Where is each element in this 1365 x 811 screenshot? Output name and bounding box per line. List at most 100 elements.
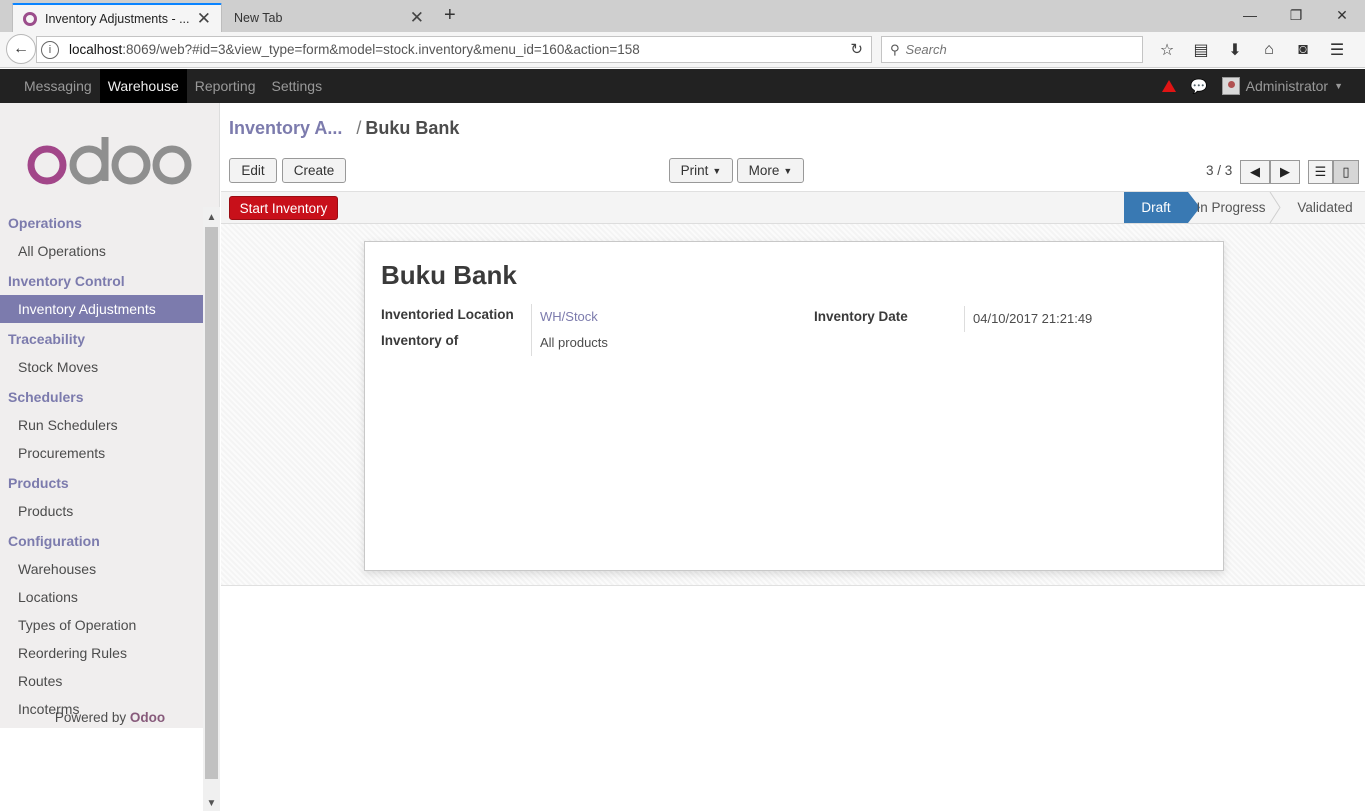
sidebar-item-locations[interactable]: Locations xyxy=(0,583,203,611)
pager-previous-icon[interactable]: ◀ xyxy=(1240,160,1270,184)
menu-warehouse[interactable]: Warehouse xyxy=(99,69,187,103)
sidebar-item-types-of-operation[interactable]: Types of Operation xyxy=(0,611,203,639)
pager-next-icon[interactable]: ▶ xyxy=(1270,160,1300,184)
sidebar-item-reordering-rules[interactable]: Reordering Rules xyxy=(0,639,203,667)
address-bar[interactable]: i localhost:8069/web?#id=3&view_type=for… xyxy=(36,36,872,63)
browser-nav-bar: ← i localhost:8069/web?#id=3&view_type=f… xyxy=(0,32,1365,68)
url-text: localhost:8069/web?#id=3&view_type=form&… xyxy=(69,42,640,57)
sidebar-item-stock-moves[interactable]: Stock Moves xyxy=(0,353,203,381)
breadcrumb: Inventory A... / Buku Bank xyxy=(229,118,459,139)
powered-by: Powered by Odoo xyxy=(54,710,166,725)
record-title: Buku Bank xyxy=(381,260,517,290)
minimize-icon[interactable]: — xyxy=(1227,0,1273,30)
info-icon[interactable]: i xyxy=(41,40,59,59)
reading-list-icon[interactable]: ▤ xyxy=(1184,38,1218,62)
scrollbar-thumb[interactable] xyxy=(205,227,218,779)
create-button[interactable]: Create xyxy=(282,158,346,183)
odoo-favicon-icon xyxy=(23,11,37,26)
sidebar-section-configuration: Configuration xyxy=(8,533,100,549)
caret-down-icon: ▼ xyxy=(712,165,722,176)
warning-icon[interactable] xyxy=(1162,80,1177,92)
sidebar-item-inventory-adjustments[interactable]: Inventory Adjustments xyxy=(0,295,203,323)
pocket-icon[interactable]: ◙ xyxy=(1286,38,1320,62)
odoo-logo xyxy=(27,137,192,185)
user-area: 💬 Administrator ▼ xyxy=(1162,69,1343,103)
app-menu: Messaging Warehouse Reporting Settings xyxy=(16,69,330,103)
sidebar-section-schedulers: Schedulers xyxy=(8,389,84,405)
close-tab-icon[interactable]: ✕ xyxy=(410,8,424,28)
more-label: More xyxy=(748,163,780,178)
browser-tab-active[interactable]: Inventory Adjustments - ... ✕ xyxy=(12,3,222,32)
browser-search-input[interactable] xyxy=(905,42,1126,57)
close-window-icon[interactable]: ✕ xyxy=(1319,0,1365,30)
inventory-date-label: Inventory Date xyxy=(814,309,908,324)
sidebar-menu: Operations All Operations Inventory Cont… xyxy=(0,207,203,723)
browser-tab-new[interactable]: New Tab ✕ xyxy=(224,3,434,32)
scroll-up-icon[interactable]: ▲ xyxy=(203,209,220,225)
scroll-down-icon[interactable]: ▼ xyxy=(203,795,220,811)
sidebar-item-routes[interactable]: Routes xyxy=(0,667,203,695)
pager-value[interactable]: 3 / 3 xyxy=(1206,163,1232,178)
sidebar-item-procurements[interactable]: Procurements xyxy=(0,439,203,467)
sidebar-item-run-schedulers[interactable]: Run Schedulers xyxy=(0,411,203,439)
sidebar: Operations All Operations Inventory Cont… xyxy=(0,103,220,811)
powered-by-odoo-link[interactable]: Odoo xyxy=(130,710,165,725)
browser-toolbar-icons: ☆ ▤ ⬇ ⌂ ◙ ☰ xyxy=(1150,38,1354,62)
search-icon: ⚲ xyxy=(890,41,900,57)
back-arrow-icon[interactable]: ← xyxy=(6,34,36,64)
inventory-of-value: All products xyxy=(540,335,608,350)
browser-search-box[interactable]: ⚲ xyxy=(881,36,1143,63)
sidebar-section-operations: Operations xyxy=(8,215,82,231)
close-tab-icon[interactable]: ✕ xyxy=(197,9,211,29)
menu-settings[interactable]: Settings xyxy=(263,69,330,103)
form-sheet: Buku Bank Inventoried Location WH/Stock … xyxy=(364,241,1224,571)
edit-button[interactable]: Edit xyxy=(229,158,277,183)
inventoried-location-label: Inventoried Location xyxy=(381,307,514,322)
list-view-icon[interactable]: ☰ xyxy=(1308,160,1333,184)
sidebar-section-traceability: Traceability xyxy=(8,331,86,347)
status-bar: Start Inventory Draft In Progress Valida… xyxy=(221,192,1365,224)
form-sheet-background: Buku Bank Inventoried Location WH/Stock … xyxy=(221,224,1365,586)
field-divider xyxy=(964,306,965,332)
sidebar-section-inventory-control: Inventory Control xyxy=(8,273,125,289)
home-icon[interactable]: ⌂ xyxy=(1252,38,1286,62)
browser-tab-bar: Inventory Adjustments - ... ✕ New Tab ✕ … xyxy=(0,0,1365,32)
inventoried-location-link[interactable]: WH/Stock xyxy=(540,309,598,324)
menu-messaging[interactable]: Messaging xyxy=(16,69,100,103)
start-inventory-button[interactable]: Start Inventory xyxy=(229,196,338,220)
chevron-down-icon[interactable]: ▼ xyxy=(1334,81,1343,91)
tab-title: Inventory Adjustments - ... xyxy=(45,11,190,26)
sidebar-section-products: Products xyxy=(8,475,69,491)
form-view-icon[interactable]: ▯ xyxy=(1333,160,1359,184)
sidebar-item-all-operations[interactable]: All Operations xyxy=(0,237,203,265)
bookmark-star-icon[interactable]: ☆ xyxy=(1150,38,1184,62)
user-menu[interactable]: Administrator xyxy=(1246,78,1328,94)
inventory-date-value: 04/10/2017 21:21:49 xyxy=(973,311,1093,326)
menu-reporting[interactable]: Reporting xyxy=(187,69,264,103)
print-label: Print xyxy=(680,163,709,178)
print-dropdown[interactable]: Print ▼ xyxy=(669,158,733,183)
odoo-top-bar: Messaging Warehouse Reporting Settings 💬… xyxy=(0,69,1365,103)
download-icon[interactable]: ⬇ xyxy=(1218,38,1252,62)
inventory-of-label: Inventory of xyxy=(381,333,459,348)
breadcrumb-current: Buku Bank xyxy=(365,118,460,138)
new-tab-plus-icon[interactable]: + xyxy=(444,4,456,27)
caret-down-icon: ▼ xyxy=(783,165,793,176)
stage-draft[interactable]: Draft xyxy=(1124,192,1188,223)
stage-in-progress[interactable]: In Progress xyxy=(1193,192,1269,223)
sidebar-item-warehouses[interactable]: Warehouses xyxy=(0,555,203,583)
stage-validated[interactable]: Validated xyxy=(1289,192,1361,223)
breadcrumb-separator: / xyxy=(356,118,362,138)
field-divider xyxy=(531,304,532,356)
breadcrumb-parent[interactable]: Inventory A... xyxy=(229,118,342,138)
hamburger-menu-icon[interactable]: ☰ xyxy=(1320,38,1354,62)
window-controls: — ❐ ✕ xyxy=(1227,0,1365,30)
more-dropdown[interactable]: More ▼ xyxy=(737,158,804,183)
avatar xyxy=(1221,77,1240,95)
tab-title: New Tab xyxy=(234,10,283,25)
main-content: Inventory A... / Buku Bank Edit Create Pri… xyxy=(221,103,1365,728)
chat-icon[interactable]: 💬 xyxy=(1190,78,1207,95)
reload-icon[interactable]: ↻ xyxy=(850,40,863,58)
restore-icon[interactable]: ❐ xyxy=(1273,0,1319,30)
sidebar-item-products[interactable]: Products xyxy=(0,497,203,525)
